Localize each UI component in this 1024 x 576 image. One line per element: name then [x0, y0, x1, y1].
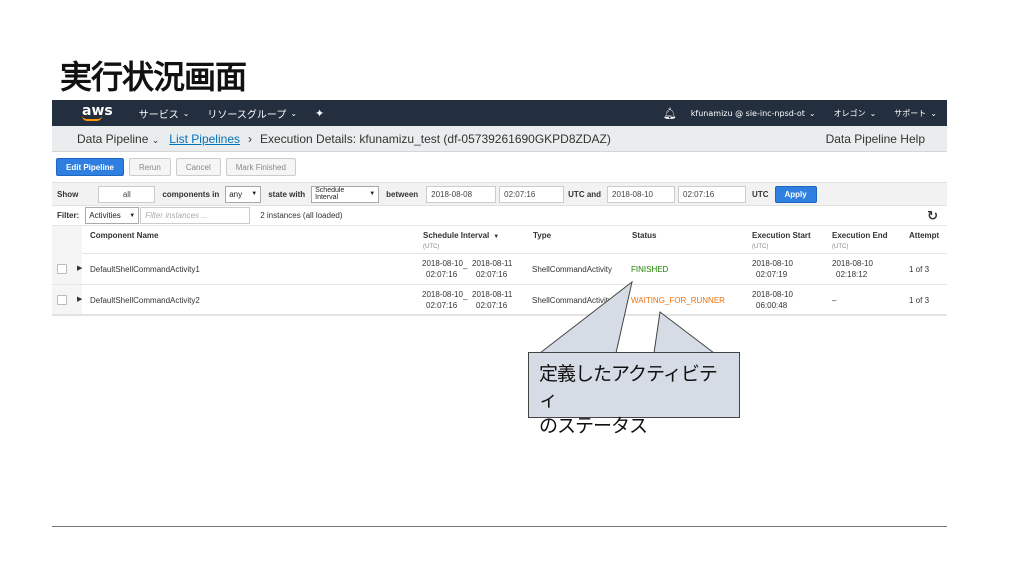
dropdown-arrow-icon: ▼ [129, 212, 136, 219]
callout-box: 定義したアクティビティ のステータス [528, 352, 740, 437]
filter-label: Filter: [57, 211, 80, 220]
expand-arrow-icon[interactable]: ▶ [77, 295, 82, 303]
col-execution-start[interactable]: Execution Start (UTC) [752, 231, 811, 250]
table-row[interactable]: ▶ DefaultShellCommandActivity1 2018-08-1… [52, 254, 947, 285]
instance-filter-row: Filter: Activities ▼ Filter instances ...… [52, 206, 947, 226]
rerun-button[interactable]: Rerun [129, 158, 171, 176]
chevron-down-icon: ⌄ [290, 108, 298, 118]
schedule-end-date: 2018-08-11 [472, 259, 513, 268]
schedule-start-date: 2018-08-10 [422, 259, 463, 268]
console-screenshot: aws サービス ⌄ リソースグループ ⌄ ✦ 🔔︎ kfunamizu @ sie… [52, 100, 947, 316]
region-menu[interactable]: オレゴン ⌄ [834, 108, 877, 119]
state-with-label: state with [268, 189, 306, 199]
col-attempt[interactable]: Attempt [909, 231, 939, 240]
refresh-icon[interactable]: ↻ [927, 208, 938, 224]
col-schedule-interval[interactable]: Schedule Interval ▼ (UTC) [423, 231, 499, 250]
status-badge: FINISHED [631, 265, 669, 274]
state-with-select[interactable]: Schedule Interval ▼ [311, 185, 380, 203]
divider [52, 526, 947, 527]
chevron-down-icon: ⌄ [869, 108, 877, 118]
col-status[interactable]: Status [632, 231, 656, 240]
aws-top-nav: aws サービス ⌄ リソースグループ ⌄ ✦ 🔔︎ kfunamizu @ sie… [52, 100, 947, 126]
services-menu[interactable]: サービス ⌄ [139, 106, 190, 121]
breadcrumb-service[interactable]: Data Pipeline ⌄ [77, 132, 159, 146]
action-bar: Edit Pipeline Rerun Cancel Mark Finished [52, 152, 947, 182]
execution-start-time: 02:07:19 [756, 270, 788, 279]
schedule-end-time: 02:07:16 [476, 301, 508, 310]
aws-logo[interactable]: aws [82, 104, 113, 121]
execution-end: – [832, 296, 837, 305]
col-type[interactable]: Type [533, 231, 551, 240]
execution-end-date: 2018-08-10 [832, 259, 873, 268]
chevron-down-icon: ⌄ [151, 134, 160, 145]
bell-icon[interactable]: 🔔︎ [663, 107, 677, 120]
col-execution-end[interactable]: Execution End (UTC) [832, 231, 888, 250]
expand-arrow-icon[interactable]: ▶ [77, 264, 82, 272]
chevron-down-icon: ⌄ [808, 108, 816, 118]
end-date-input[interactable]: 2018-08-10 [607, 185, 676, 203]
row-checkbox[interactable] [57, 264, 67, 274]
filter-type-select[interactable]: Activities ▼ [85, 207, 140, 224]
schedule-start-time: 02:07:16 [426, 270, 458, 279]
component-name: DefaultShellCommandActivity2 [90, 296, 200, 305]
schedule-end-date: 2018-08-11 [472, 290, 513, 299]
breadcrumb-current: Execution Details: kfunamizu_test (df-05… [260, 131, 611, 146]
utc-label: UTC [752, 189, 769, 199]
start-date-input[interactable]: 2018-08-08 [426, 185, 497, 203]
help-link[interactable]: Data Pipeline Help [826, 132, 925, 146]
schedule-dash: – [463, 295, 468, 304]
edit-pipeline-button[interactable]: Edit Pipeline [56, 158, 125, 176]
cancel-button[interactable]: Cancel [175, 158, 221, 176]
pin-icon[interactable]: ✦ [315, 107, 324, 120]
callout-line1: 定義したアクティビティ [539, 363, 718, 411]
schedule-end-time: 02:07:16 [476, 270, 508, 279]
type: ShellCommandActivity [532, 296, 613, 305]
attempt: 1 of 3 [909, 296, 930, 305]
show-label: Show [57, 189, 79, 199]
execution-end-time: 02:18:12 [836, 270, 868, 279]
show-input[interactable]: all [98, 185, 156, 203]
execution-start-time: 06:00:48 [756, 301, 788, 310]
chevron-down-icon: ⌄ [930, 108, 937, 118]
callout-line2: のステータス [539, 415, 648, 437]
instances-count: 2 instances (all loaded) [260, 211, 343, 220]
row-checkbox[interactable] [57, 295, 67, 305]
dropdown-arrow-icon: ▼ [369, 191, 376, 197]
attempt: 1 of 3 [909, 265, 930, 274]
breadcrumb-list-pipelines[interactable]: List Pipelines [169, 132, 240, 146]
support-menu[interactable]: サポート ⌄ [894, 108, 937, 119]
sort-desc-icon: ▼ [493, 234, 500, 240]
col-component-name[interactable]: Component Name [90, 231, 158, 240]
account-menu[interactable]: kfunamizu @ sie-inc-npsd-ot ⌄ [691, 109, 816, 118]
filter-instances-input[interactable]: Filter instances ... [140, 207, 251, 224]
components-in-select[interactable]: any ▼ [225, 185, 262, 203]
header-gutter [52, 226, 82, 254]
table-header: Component Name Schedule Interval ▼ (UTC) T… [52, 226, 947, 254]
breadcrumb: Data Pipeline ⌄ List Pipelines › Executi… [52, 126, 947, 152]
chevron-down-icon: ⌄ [182, 108, 190, 118]
schedule-dash: – [463, 264, 468, 273]
utc-and-label: UTC and [568, 189, 602, 199]
status-badge: WAITING_FOR_RUNNER [631, 296, 725, 305]
mark-finished-button[interactable]: Mark Finished [225, 158, 296, 176]
apply-button[interactable]: Apply [774, 185, 817, 203]
query-bar: Show all components in any ▼ state with S… [52, 182, 947, 206]
execution-start-date: 2018-08-10 [752, 259, 793, 268]
schedule-start-date: 2018-08-10 [422, 290, 463, 299]
execution-start-date: 2018-08-10 [752, 290, 793, 299]
between-label: between [386, 189, 419, 199]
slide-title: 実行状況画面 [60, 58, 247, 96]
breadcrumb-separator: › [248, 131, 252, 146]
table-row[interactable]: ▶ DefaultShellCommandActivity2 2018-08-1… [52, 285, 947, 314]
type: ShellCommandActivity [532, 265, 613, 274]
start-time-input[interactable]: 02:07:16 [499, 185, 565, 203]
dropdown-arrow-icon: ▼ [251, 191, 258, 197]
schedule-start-time: 02:07:16 [426, 301, 458, 310]
components-in-label: components in [162, 189, 220, 199]
resource-groups-menu[interactable]: リソースグループ ⌄ [207, 106, 297, 121]
component-name: DefaultShellCommandActivity1 [90, 265, 200, 274]
end-time-input[interactable]: 02:07:16 [678, 185, 747, 203]
